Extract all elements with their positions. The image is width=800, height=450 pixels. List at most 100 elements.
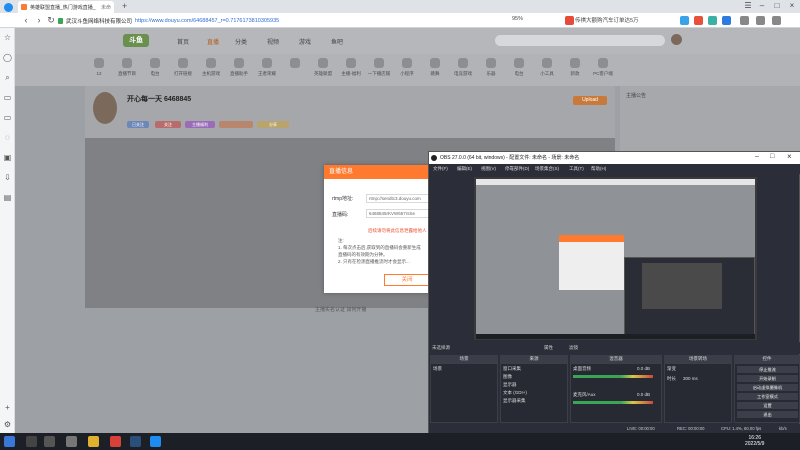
menu-tools[interactable]: 工具(T) <box>569 166 584 172</box>
menu-help[interactable]: 帮助(H) <box>591 166 606 172</box>
ad-text[interactable]: 传祺大额购汽车订单达5万 <box>575 16 639 24</box>
stream-key-field[interactable]: 6468845rKVW657rsSe <box>366 209 434 218</box>
exit-button[interactable]: 退出 <box>737 411 798 418</box>
obs-preview[interactable] <box>474 177 757 340</box>
close-button[interactable]: × <box>786 1 798 12</box>
obs-close-button[interactable]: × <box>787 152 792 161</box>
box-icon[interactable]: ▣ <box>3 153 12 162</box>
category-item[interactable]: 电台 <box>505 58 533 77</box>
browser-taskbar-icon[interactable] <box>150 436 161 447</box>
user-avatar[interactable] <box>671 34 682 45</box>
document-icon[interactable]: ▭ <box>3 93 12 102</box>
studio-mode-button[interactable]: 工作室模式 <box>737 393 798 400</box>
forward-icon[interactable]: › <box>34 15 44 25</box>
under-player-links[interactable]: 主播实名认证 如何开播 <box>315 306 366 313</box>
minimize-button[interactable]: – <box>756 1 768 12</box>
task-view-icon[interactable] <box>44 436 55 447</box>
category-item[interactable]: 小工具 <box>533 58 561 77</box>
obs-taskbar-icon[interactable] <box>66 436 77 447</box>
rtmp-address-field[interactable]: rtmp://sendtc3.douyu.com <box>366 194 434 203</box>
nav-game[interactable]: 游戏 <box>299 37 311 46</box>
category-item[interactable]: 直播节目 <box>113 58 141 77</box>
source-item[interactable]: 显示器 <box>503 382 517 388</box>
menu-icon[interactable]: ☰ <box>742 1 754 12</box>
nav-category[interactable]: 分类 <box>235 37 247 46</box>
category-item[interactable]: 跳舞 <box>421 58 449 77</box>
source-item[interactable]: 显示器采集 <box>503 398 526 404</box>
user-icon[interactable]: ◯ <box>3 53 12 62</box>
url-field[interactable]: 武汉斗鱼网络科技有限公司 https://www.douyu.com/64688… <box>58 15 498 26</box>
nav-live[interactable]: 直播 <box>207 37 219 46</box>
room-tag[interactable]: 主播福利 <box>185 121 215 128</box>
settings-icon[interactable]: ⚙ <box>3 420 12 429</box>
category-item[interactable]: 主机游戏 <box>197 58 225 77</box>
close-dialog-button[interactable]: 关闭 <box>384 274 430 286</box>
category-item[interactable]: 乐器 <box>477 58 505 77</box>
extension-icon[interactable] <box>680 16 689 25</box>
site-logo[interactable]: 斗鱼 <box>123 34 149 47</box>
room-tag[interactable]: 分享 <box>257 121 289 128</box>
menu-docks[interactable]: 停靠部件(D) <box>505 166 529 172</box>
menu-file[interactable]: 文件(F) <box>433 166 448 172</box>
virtual-camera-button[interactable]: 启动虚拟摄像机 <box>737 384 798 391</box>
download-icon[interactable]: ⇩ <box>3 173 12 182</box>
category-item[interactable] <box>281 58 309 71</box>
app-icon[interactable] <box>88 436 99 447</box>
source-item[interactable]: 窗口采集 <box>503 366 521 372</box>
properties-button[interactable]: 属性 <box>544 345 553 351</box>
scene-item[interactable]: 场景 <box>433 366 442 372</box>
night-mode-icon[interactable] <box>756 16 765 25</box>
chat-icon[interactable]: ◌ <box>3 133 12 142</box>
streamer-avatar[interactable] <box>93 92 117 124</box>
site-search-input[interactable] <box>495 35 665 46</box>
browser-tab[interactable]: 英雄联盟直播_热门游戏直播_ 未命 <box>18 1 114 13</box>
nav-video[interactable]: 视频 <box>267 37 279 46</box>
category-item[interactable]: 打开链接 <box>169 58 197 77</box>
extension-icon[interactable] <box>708 16 717 25</box>
transition-select[interactable]: 渐变 <box>667 366 676 372</box>
duration-input[interactable]: 300 ms <box>683 376 698 381</box>
obs-minimize-button[interactable]: – <box>755 153 759 160</box>
zoom-level[interactable]: 95% <box>512 16 523 22</box>
star-icon[interactable]: ☆ <box>3 33 12 42</box>
source-item[interactable]: 图像 <box>503 374 512 380</box>
settings-button[interactable]: 设置 <box>737 402 798 409</box>
steam-icon[interactable] <box>130 436 141 447</box>
system-clock[interactable]: 16:26 2022/5/9 <box>745 435 764 447</box>
source-item[interactable]: 文本 (GDI+) <box>503 390 527 396</box>
category-item[interactable]: 小程序 <box>393 58 421 77</box>
maximize-button[interactable]: □ <box>771 1 783 12</box>
new-tab-button[interactable]: + <box>122 1 127 11</box>
extension-icon[interactable] <box>694 16 703 25</box>
category-item[interactable]: 英雄联盟 <box>309 58 337 77</box>
category-item[interactable]: 12 <box>85 58 113 76</box>
refresh-icon[interactable]: ↻ <box>46 15 56 25</box>
video-icon[interactable]: ▭ <box>3 113 12 122</box>
search-icon[interactable] <box>26 436 37 447</box>
category-item[interactable]: 王者荣耀 <box>253 58 281 77</box>
category-item[interactable]: 一下播店铺 <box>365 58 393 77</box>
category-item[interactable]: 主播-福利 <box>337 58 365 77</box>
menu-edit[interactable]: 编辑(E) <box>457 166 472 172</box>
nav-fishbar[interactable]: 鱼吧 <box>331 37 343 46</box>
menu-icon[interactable] <box>772 16 781 25</box>
back-icon[interactable]: ‹ <box>21 15 31 25</box>
start-icon[interactable] <box>4 436 15 447</box>
category-item[interactable]: 电竞游戏 <box>449 58 477 77</box>
note-icon[interactable]: ▤ <box>3 193 12 202</box>
search-icon[interactable]: ⌕ <box>3 73 12 82</box>
extension-icon[interactable] <box>722 16 731 25</box>
undo-icon[interactable] <box>740 16 749 25</box>
stop-streaming-button[interactable]: 停止推流 <box>737 366 798 373</box>
obs-maximize-button[interactable]: □ <box>770 153 774 160</box>
room-tag[interactable]: 已关注 <box>127 121 149 128</box>
category-item[interactable]: 新款 <box>561 58 589 77</box>
category-item[interactable]: 直播助手 <box>225 58 253 77</box>
filters-button[interactable]: 滤镜 <box>569 345 578 351</box>
start-recording-button[interactable]: 开始录制 <box>737 375 798 382</box>
upload-button[interactable]: Upload <box>573 96 607 105</box>
menu-view[interactable]: 视图(V) <box>481 166 496 172</box>
room-tag[interactable] <box>219 121 253 128</box>
room-tag[interactable]: 关注 <box>155 121 181 128</box>
nav-home[interactable]: 首页 <box>177 37 189 46</box>
